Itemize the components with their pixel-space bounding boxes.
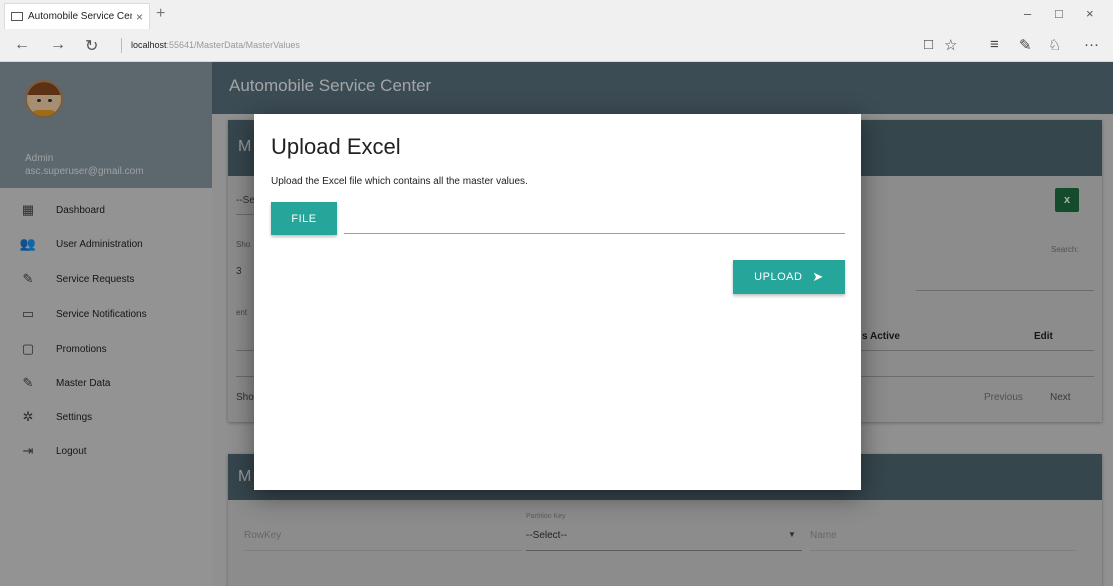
modal-title: Upload Excel (271, 134, 401, 159)
url-path: :55641/MasterData/MasterValues (166, 40, 300, 50)
minimize-icon[interactable]: – (1024, 6, 1031, 21)
tab-page-icon (11, 12, 23, 21)
modal-description: Upload the Excel file which contains all… (271, 176, 528, 187)
url-field[interactable]: localhost:55641/MasterData/MasterValues (131, 40, 300, 50)
browser-tab[interactable]: Automobile Service Cen × (4, 3, 150, 29)
url-host: localhost (131, 40, 167, 50)
notes-icon[interactable]: ✎ (1019, 36, 1032, 54)
browser-tab-bar: Automobile Service Cen × + – □ × (0, 0, 1113, 30)
more-icon[interactable]: ··· (1084, 36, 1099, 53)
address-separator (121, 38, 122, 53)
address-bar: ← → ↻ localhost:55641/MasterData/MasterV… (0, 30, 1113, 62)
share-icon[interactable]: ♘ (1048, 36, 1061, 54)
new-tab-icon[interactable]: + (156, 5, 165, 23)
tab-title: Automobile Service Cen (28, 11, 132, 22)
tab-close-icon[interactable]: × (136, 10, 143, 24)
file-button[interactable]: FILE (271, 202, 337, 235)
maximize-icon[interactable]: □ (1055, 6, 1063, 21)
reading-view-icon[interactable]: □ (924, 36, 933, 53)
send-icon: ➤ (812, 269, 824, 284)
upload-button-label: UPLOAD (754, 271, 803, 283)
upload-excel-modal: Upload Excel Upload the Excel file which… (254, 114, 861, 490)
forward-icon[interactable]: → (50, 36, 66, 54)
close-window-icon[interactable]: × (1086, 6, 1094, 21)
back-icon[interactable]: ← (14, 36, 30, 54)
upload-button[interactable]: UPLOAD ➤ (733, 260, 845, 294)
file-path-input[interactable] (344, 210, 845, 234)
favorite-icon[interactable]: ☆ (944, 36, 957, 54)
refresh-icon[interactable]: ↻ (85, 36, 98, 56)
hub-icon[interactable]: ≡ (990, 36, 999, 53)
